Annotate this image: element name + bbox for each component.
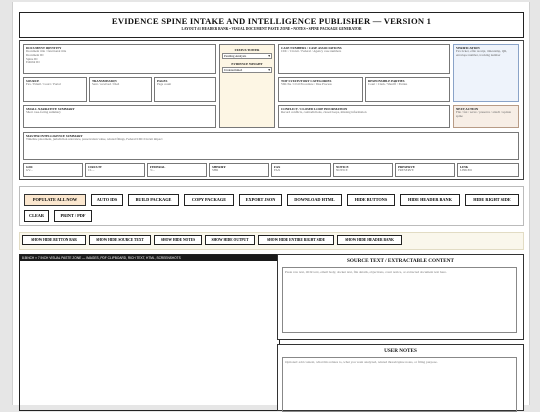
transmission-field[interactable]: TRANSMISSION Sent / received / filed (89, 77, 152, 102)
user-notes-area[interactable]: Optional: add context, what this relates… (282, 357, 517, 412)
verification-placeholder: Fax ticket, efile receipt, timestamp, QR… (456, 49, 508, 57)
pages-placeholder: Page count (157, 82, 172, 86)
notice-field[interactable]: NOTICE NOTICE (333, 163, 393, 177)
preserve-field[interactable]: PRESERVE PRESERVE (395, 163, 455, 177)
fax-field[interactable]: FAX FAX (271, 163, 331, 177)
build-package-button[interactable]: BUILD PACKAGE (128, 194, 179, 206)
fax-placeholder: FAX (274, 168, 281, 172)
transmission-placeholder: Sent / received / filed (92, 82, 120, 86)
print-pdf-button[interactable]: PRINT / PDF (54, 210, 92, 222)
document-identity-field[interactable]: DOCUMENT IDENTITY Document title / funct… (23, 44, 216, 74)
conflict-placeholder: Record conflicts, contradictions, closed… (281, 110, 367, 114)
statutory-field[interactable]: TOP 3 STATUTORY CATEGORIES VRLTA / Civil… (278, 77, 363, 102)
master-summary-placeholder: Timeline placement, jurisdiction relevan… (26, 137, 163, 141)
toggle-button-bar[interactable]: SHOW HIDE BUTTON BAR (22, 235, 86, 245)
sheriff-field[interactable]: SHERIFF SHR (209, 163, 269, 177)
button-bar: POPULATE ALL NOW AUTO IDS BUILD PACKAGE … (19, 186, 524, 226)
source-text-area[interactable]: Paste raw text, OCR text, email body, do… (282, 267, 517, 333)
narrative-placeholder: Short case-facing summary (26, 110, 61, 114)
verification-field[interactable]: VERIFICATION Fax ticket, efile receipt, … (453, 44, 519, 102)
status-select-value: Pending Analysis (224, 54, 247, 58)
app-subtitle: LAYOUT #1 HEADER BANK • VISUAL DOCUMENT … (181, 27, 362, 31)
responsible-parties-field[interactable]: RESPONSIBLE PARTIES Court / Clerk / Sher… (365, 77, 450, 102)
user-notes-panel: USER NOTES Optional: add context, what t… (277, 344, 524, 412)
populate-all-button[interactable]: POPULATE ALL NOW (24, 194, 86, 206)
auto-ids-button[interactable]: AUTO IDS (91, 194, 123, 206)
link-field[interactable]: LINK LINKED (457, 163, 519, 177)
toggle-notes[interactable]: SHOW HIDE NOTES (154, 235, 202, 245)
evidence-weight-select[interactable]: Undetermined ▾ (222, 67, 272, 73)
chevron-down-icon: ▾ (268, 68, 270, 72)
status-select[interactable]: Pending Analysis ▾ (222, 53, 272, 59)
visual-paste-zone[interactable]: 8.5INCH × 7 INCH VISUAL PASTE ZONE — IMA… (19, 254, 280, 411)
gdc-placeholder: GV... (26, 168, 33, 172)
toggle-header-bank[interactable]: SHOW HIDE HEADER BANK (337, 235, 402, 245)
visual-paste-zone-header: 8.5INCH × 7 INCH VISUAL PASTE ZONE — IMA… (20, 255, 279, 261)
responsible-placeholder: Court / Clerk / Sheriff / Parties (368, 82, 408, 86)
source-text-title: SOURCE TEXT / EXTRACTABLE CONTENT (347, 258, 454, 264)
toggle-entire-right-side[interactable]: SHOW HIDE ENTIRE RIGHT SIDE (258, 235, 334, 245)
statutory-placeholder: VRLTA / Civil Procedure / Due Process (281, 82, 332, 86)
evidence-weight-label: EVIDENCE WEIGHT (231, 62, 263, 66)
status-tower-label: STATUS TOWER (234, 48, 260, 52)
toggle-source-text[interactable]: SHOW HIDE SOURCE TEXT (89, 235, 151, 245)
evidence-weight-value: Undetermined (224, 68, 243, 72)
link-placeholder: LINKED (460, 168, 472, 172)
preserve-placeholder: PRESERVE (398, 168, 414, 172)
copy-package-button[interactable]: COPY PACKAGE (184, 194, 234, 206)
user-notes-placeholder: Optional: add context, what this relates… (285, 360, 438, 364)
case-numbers-placeholder: CDC / Circuit / Federal / Agency case nu… (281, 49, 342, 53)
circuit-field[interactable]: CIRCUIT CL... (85, 163, 145, 177)
app-title: EVIDENCE SPINE INTAKE AND INTELLIGENCE P… (111, 16, 432, 26)
toggle-output[interactable]: SHOW HIDE OUTPUT (205, 235, 255, 245)
header-bank: DOCUMENT IDENTITY Document title / funct… (19, 40, 524, 180)
next-action-field[interactable]: NEXT ACTION File / fax / serve / preserv… (453, 105, 519, 128)
next-action-placeholder: File / fax / serve / preserve / attach /… (456, 110, 512, 118)
gdc-field[interactable]: GDC GV... (23, 163, 83, 177)
export-json-button[interactable]: EXPORT JSON (239, 194, 282, 206)
source-field[interactable]: SOURCE Fax / Email / Court / Portal (23, 77, 87, 102)
clear-button[interactable]: CLEAR (24, 210, 49, 222)
source-placeholder: Fax / Email / Court / Portal (26, 82, 61, 86)
exhibit-id-line: Exhibit ID (26, 60, 40, 65)
app-header: EVIDENCE SPINE INTAKE AND INTELLIGENCE P… (19, 12, 524, 38)
narrative-summary-field[interactable]: SMALL NARRATIVE SUMMARY Short case-facin… (23, 105, 216, 128)
hide-header-bank-button[interactable]: HIDE HEADER BANK (400, 194, 460, 206)
federal-field[interactable]: FEDERAL 3:... (147, 163, 207, 177)
download-html-button[interactable]: DOWNLOAD HTML (287, 194, 342, 206)
chevron-down-icon: ▾ (268, 54, 270, 58)
pages-field[interactable]: PAGES Page count (154, 77, 216, 102)
sheriff-placeholder: SHR (212, 168, 219, 172)
case-numbers-field[interactable]: CASE NUMBERS / CASE ASSOCIATIONS CDC / C… (278, 44, 450, 74)
conflict-field[interactable]: CONFLICT / CLOSED LOOP INFORMATION Recor… (278, 105, 450, 128)
hide-buttons-button[interactable]: HIDE BUTTONS (347, 194, 395, 206)
source-text-placeholder: Paste raw text, OCR text, email body, do… (285, 270, 447, 274)
user-notes-title: USER NOTES (384, 348, 417, 354)
federal-placeholder: 3:... (150, 168, 155, 172)
circuit-placeholder: CL... (88, 168, 95, 172)
notice-placeholder: NOTICE (336, 168, 348, 172)
master-summary-field[interactable]: MASTER INTELLIGENCE SUMMARY Timeline pla… (23, 132, 519, 160)
status-tower: STATUS TOWER Pending Analysis ▾ EVIDENCE … (219, 44, 275, 128)
page: EVIDENCE SPINE INTAKE AND INTELLIGENCE P… (12, 2, 530, 412)
source-text-panel: SOURCE TEXT / EXTRACTABLE CONTENT Paste … (277, 254, 524, 340)
hide-right-side-button[interactable]: HIDE RIGHT SIDE (465, 194, 519, 206)
